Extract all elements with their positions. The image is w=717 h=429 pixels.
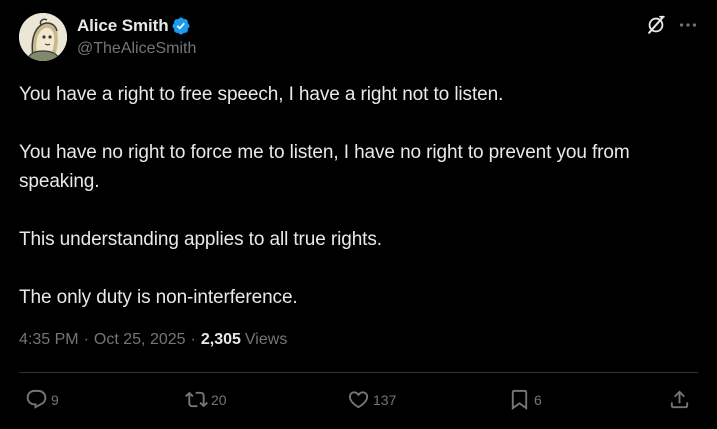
tweet-text: You have a right to free speech, I have …: [19, 80, 709, 341]
divider: [19, 372, 698, 373]
views-count[interactable]: 2,305: [201, 331, 241, 349]
author-handle[interactable]: @TheAliceSmith: [77, 40, 196, 58]
like-icon: [348, 391, 369, 409]
author-name-row: Alice Smith: [77, 15, 191, 37]
tweet-top-actions: [645, 14, 699, 36]
tweet-action-bar: 9 20 137 6: [0, 388, 717, 416]
bookmark-icon: [511, 389, 528, 410]
meta-separator: ·: [83, 331, 89, 348]
like-count: 137: [373, 391, 397, 408]
tweet-paragraph: You have a right to free speech, I have …: [19, 84, 504, 105]
views-label[interactable]: Views: [245, 331, 287, 349]
share-icon: [670, 390, 689, 409]
tweet-meta: 4:35 PM · Oct 25, 2025 · 2,305 Views: [19, 331, 287, 349]
bookmark-button[interactable]: 6: [508, 388, 542, 411]
share-button[interactable]: [668, 388, 691, 411]
tweet-time[interactable]: 4:35 PM: [19, 331, 79, 349]
verified-badge-icon[interactable]: [171, 16, 191, 36]
like-button[interactable]: 137: [347, 388, 396, 411]
tweet-paragraph: You have no right to force me to listen,…: [19, 142, 630, 192]
author-display-name[interactable]: Alice Smith: [77, 16, 169, 36]
tweet-paragraph: The only duty is non-interference.: [19, 287, 298, 308]
grok-icon[interactable]: [645, 14, 667, 36]
tweet-date[interactable]: Oct 25, 2025: [94, 331, 186, 349]
avatar-illustration: [19, 13, 67, 61]
repost-icon: [185, 391, 208, 408]
meta-separator: ·: [190, 331, 196, 348]
repost-button[interactable]: 20: [185, 388, 227, 411]
more-icon[interactable]: [677, 14, 699, 36]
bookmark-count: 6: [534, 391, 542, 408]
repost-count: 20: [211, 391, 227, 408]
tweet-paragraph: This understanding applies to all true r…: [19, 229, 382, 250]
reply-icon: [26, 389, 47, 409]
tweet-card: Alice Smith @TheAliceSmith You have a ri…: [0, 0, 717, 429]
reply-button[interactable]: 9: [25, 388, 59, 411]
reply-count: 9: [51, 391, 59, 408]
avatar[interactable]: [19, 13, 67, 61]
